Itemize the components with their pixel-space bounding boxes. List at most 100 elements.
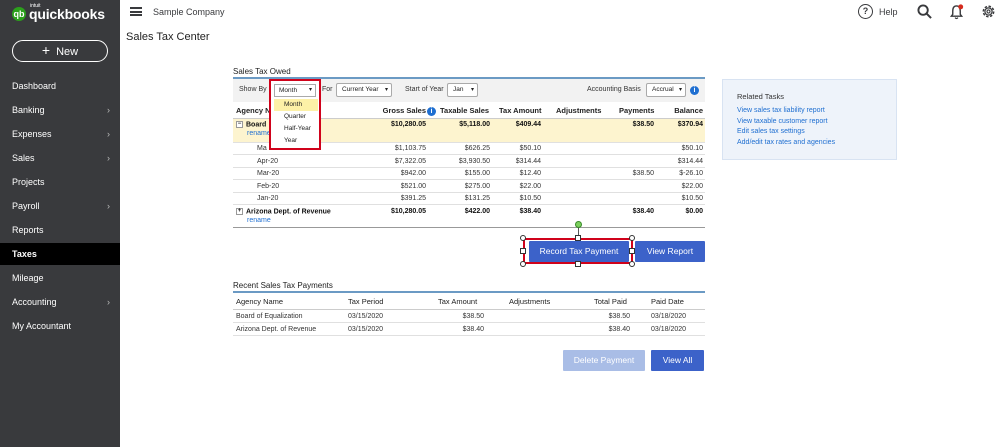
- show-by-option-year[interactable]: Year: [274, 135, 318, 147]
- gross-sales: $10,280.05: [390, 121, 426, 128]
- sidebar-item-sales[interactable]: Sales ›: [0, 147, 120, 169]
- start-of-year-select[interactable]: Jan ▾: [447, 83, 478, 97]
- accounting-basis-select[interactable]: Accrual ▾: [646, 83, 686, 97]
- gross: $391.25: [400, 195, 426, 203]
- sidebar-item-accounting[interactable]: Accounting ›: [0, 291, 120, 313]
- agency-name-text: Board: [246, 121, 267, 129]
- show-by-option-month[interactable]: Month: [274, 99, 318, 111]
- taxable: $275.00: [464, 182, 490, 190]
- sidebar-item-dashboard[interactable]: Dashboard: [0, 75, 120, 97]
- record-tax-payment-button[interactable]: Record Tax Payment: [529, 241, 629, 262]
- sidebar-item-mileage[interactable]: Mileage: [0, 267, 120, 289]
- rename-link[interactable]: rename: [247, 217, 271, 224]
- payments: $38.50: [632, 121, 654, 128]
- col-agency-name: Agency Name: [236, 297, 284, 306]
- resize-handle[interactable]: [520, 235, 526, 241]
- period: Mar-20: [257, 170, 280, 178]
- sidebar-item-taxes[interactable]: Taxes: [0, 243, 120, 265]
- agency-name: − Board: [236, 121, 266, 128]
- resize-handle[interactable]: [629, 235, 635, 241]
- resize-handle[interactable]: [520, 261, 526, 267]
- month-row: Jan-20 $391.25 $131.25 $10.50 $10.50: [233, 193, 705, 206]
- related-task-link[interactable]: Edit sales tax settings: [737, 128, 805, 135]
- search-icon[interactable]: [917, 4, 932, 19]
- sidebar-item-reports[interactable]: Reports: [0, 219, 120, 241]
- view-all-button[interactable]: View All: [651, 350, 704, 371]
- col-tax-period: Tax Period: [348, 297, 384, 306]
- payment-row: Board of Equalization 03/15/2020 $38.50 $38…: [233, 311, 705, 323]
- col-payments: Payments: [619, 106, 655, 115]
- sidebar-item-label: Reports: [12, 225, 44, 235]
- left-sidebar: qb intuit quickbooks + New Dashboard Banki…: [0, 0, 120, 447]
- start-of-year-label: Start of Year: [405, 86, 444, 93]
- view-report-button[interactable]: View Report: [635, 241, 705, 262]
- show-by-dropdown[interactable]: Month ▾ Month Quarter Half-Year Year: [269, 79, 321, 150]
- rename-link[interactable]: rename: [247, 130, 271, 137]
- recent-payments-table: Agency Name Tax Period Tax Amount Adjust…: [233, 291, 705, 337]
- sales-tax-owed-title: Sales Tax Owed: [233, 67, 291, 76]
- payment-period: 03/15/2020: [348, 326, 384, 333]
- expand-icon[interactable]: +: [236, 208, 243, 215]
- sidebar-item-label: Sales: [12, 153, 35, 163]
- bell-icon[interactable]: [949, 4, 964, 20]
- payment-period: 03/15/2020: [348, 313, 384, 320]
- gross-sales-info-icon[interactable]: i: [427, 107, 436, 116]
- gear-icon[interactable]: [980, 3, 997, 20]
- sidebar-item-label: Banking: [12, 105, 45, 115]
- resize-handle[interactable]: [520, 248, 526, 254]
- accounting-basis-label: Accounting Basis: [587, 86, 641, 93]
- help-label[interactable]: Help: [879, 7, 898, 17]
- sidebar-item-expenses[interactable]: Expenses ›: [0, 123, 120, 145]
- collapse-icon[interactable]: −: [236, 121, 243, 128]
- sidebar-item-my-accountant[interactable]: My Accountant: [0, 315, 120, 337]
- related-task-link[interactable]: View sales tax liability report: [737, 107, 825, 114]
- related-task-link[interactable]: View taxable customer report: [737, 118, 828, 125]
- info-icon[interactable]: i: [690, 86, 699, 95]
- show-by-option-quarter[interactable]: Quarter: [274, 111, 318, 123]
- quickbooks-logo-mark: qb: [12, 7, 26, 21]
- hamburger-icon[interactable]: [130, 7, 142, 16]
- resize-handle[interactable]: [575, 235, 581, 241]
- period: Ma: [257, 145, 267, 152]
- rotate-handle[interactable]: [575, 221, 582, 228]
- quickbooks-logo[interactable]: qb intuit quickbooks: [12, 3, 122, 23]
- show-by-option-half-year[interactable]: Half-Year: [274, 123, 318, 135]
- resize-handle[interactable]: [575, 261, 581, 267]
- related-tasks-panel: Related Tasks View sales tax liability r…: [722, 79, 897, 160]
- col-tax-amount: Tax Amount: [499, 106, 542, 115]
- related-task-link[interactable]: Add/edit tax rates and agencies: [737, 139, 835, 146]
- payment-paid: 03/18/2020: [651, 326, 687, 333]
- month-row: Apr-20 $7,322.05 $3,930.50 $314.44 $314.44: [233, 156, 705, 168]
- period: Jan-20: [257, 195, 279, 203]
- for-select[interactable]: Current Year ▾: [336, 83, 392, 97]
- sidebar-item-label: My Accountant: [12, 321, 72, 331]
- balance: $50.10: [681, 145, 703, 152]
- new-button[interactable]: + New: [12, 40, 108, 62]
- payment-tax: $38.50: [462, 313, 484, 320]
- month-row: Mar-20 $942.00 $155.00 $12.40 $38.50 $-26.10: [233, 168, 705, 181]
- show-by-label: Show By: [239, 86, 267, 93]
- period: Apr-20: [257, 157, 279, 165]
- show-by-select[interactable]: Month ▾: [274, 84, 316, 97]
- col-total-paid: Total Paid: [594, 297, 627, 306]
- resize-handle[interactable]: [629, 261, 635, 267]
- tax-amount: $38.40: [519, 208, 541, 215]
- agency-name: + Arizona Dept. of Revenue: [236, 208, 331, 215]
- company-name: Sample Company: [153, 7, 225, 17]
- delete-payment-button[interactable]: Delete Payment: [563, 350, 645, 371]
- balance: $370.94: [677, 121, 703, 128]
- payment-agency: Arizona Dept. of Revenue: [236, 326, 317, 333]
- taxable-sales: $422.00: [464, 208, 490, 215]
- sidebar-item-projects[interactable]: Projects: [0, 171, 120, 193]
- payment-agency: Board of Equalization: [236, 313, 303, 320]
- new-button-label: New: [56, 46, 79, 58]
- help-icon[interactable]: ?: [858, 4, 873, 19]
- sidebar-item-label: Expenses: [12, 129, 52, 139]
- payment-total: $38.40: [608, 326, 630, 333]
- tax: $50.10: [519, 145, 541, 152]
- sidebar-item-banking[interactable]: Banking ›: [0, 99, 120, 121]
- sidebar-item-payroll[interactable]: Payroll ›: [0, 195, 120, 217]
- col-balance: Balance: [674, 106, 703, 115]
- balance: $314.44: [677, 157, 703, 165]
- taxable: $626.25: [464, 145, 490, 152]
